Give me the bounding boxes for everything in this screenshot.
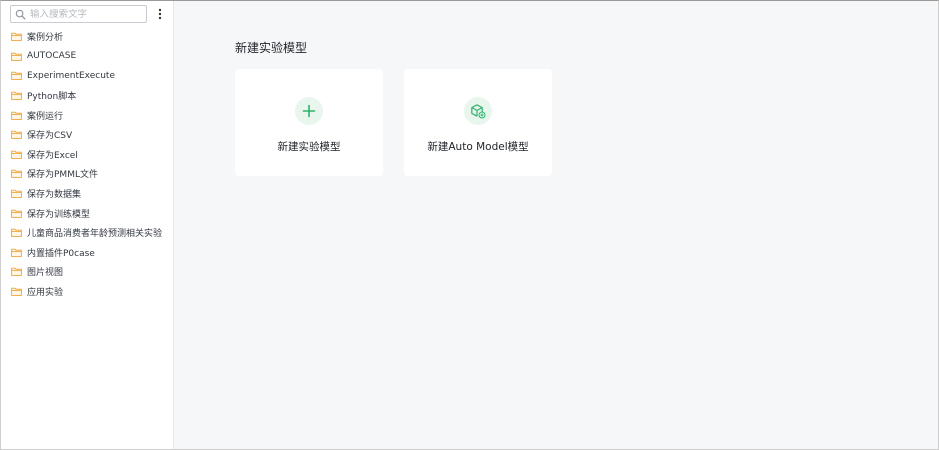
folder-label: 案例分析 [27,33,64,44]
folder-item[interactable]: 保存为训练模型 [1,203,173,223]
folder-icon [11,150,22,159]
folder-label: 内置插件P0case [27,248,95,259]
card-icon-circle [295,97,323,125]
folder-label: 图片视图 [27,268,64,279]
folder-label: 保存为数据集 [27,190,82,201]
more-options-button[interactable] [153,5,167,23]
folder-item[interactable]: AUTOCASE [1,47,173,67]
search-row [10,4,170,24]
folder-label: 保存为CSV [27,131,73,142]
folder-item[interactable]: ExperimentExecute [1,66,173,86]
new-auto-model-card[interactable]: 新建Auto Model模型 [404,69,552,176]
folder-icon [11,209,22,218]
folder-item[interactable]: 案例运行 [1,105,173,125]
folder-item[interactable]: Python脚本 [1,86,173,106]
sidebar: 案例分析 AUTOCASE ExperimentExecute Python脚本… [1,1,174,449]
card-label: 新建Auto Model模型 [427,141,529,153]
folder-label: 儿童商品消费者年龄预测相关实验 [27,229,163,240]
folder-label: 案例运行 [27,111,64,122]
folder-icon [11,268,22,277]
folder-icon [11,228,22,238]
folder-label: 保存为Excel [27,150,78,161]
folder-icon [11,91,22,100]
card-label: 新建实验模型 [277,141,341,153]
search-box[interactable] [10,5,147,23]
folder-label: 保存为训练模型 [27,209,91,220]
card-icon-circle [464,97,492,125]
folder-icon [11,52,22,61]
folder-label: ExperimentExecute [27,70,115,81]
folder-item[interactable]: 案例分析 [1,27,173,47]
folder-item[interactable]: 保存为CSV [1,125,173,145]
search-input[interactable] [30,8,140,20]
folder-icon [11,72,22,81]
folder-item[interactable]: 儿童商品消费者年龄预测相关实验 [1,223,173,243]
folder-icon [11,131,22,140]
folder-item[interactable]: 保存为PMML文件 [1,164,173,184]
main-content: 新建实验模型 新建实验模型 新建Auto Model模型 [174,1,938,449]
folder-icon [11,170,22,179]
plus-icon [302,104,316,118]
app-window: 案例分析 AUTOCASE ExperimentExecute Python脚本… [0,0,939,450]
folder-icon [11,111,22,120]
folder-item[interactable]: 图片视图 [1,262,173,282]
page-title: 新建实验模型 [235,41,308,55]
folder-label: Python脚本 [27,92,77,103]
folder-item[interactable]: 保存为Excel [1,145,173,165]
new-experiment-model-card[interactable]: 新建实验模型 [235,69,383,176]
folder-icon [11,287,22,296]
cube-plus-icon [471,104,486,119]
folder-icon [11,189,22,198]
more-vertical-icon [158,8,162,20]
folder-label: 应用实验 [27,288,64,299]
folder-label: 保存为PMML文件 [27,170,98,181]
folder-tree: 案例分析 AUTOCASE ExperimentExecute Python脚本… [1,27,173,301]
folder-item[interactable]: 应用实验 [1,282,173,302]
folder-icon [11,33,22,42]
search-icon [15,9,26,19]
folder-icon [11,248,22,257]
folder-label: AUTOCASE [27,51,77,62]
folder-item[interactable]: 内置插件P0case [1,243,173,263]
folder-item[interactable]: 保存为数据集 [1,184,173,204]
